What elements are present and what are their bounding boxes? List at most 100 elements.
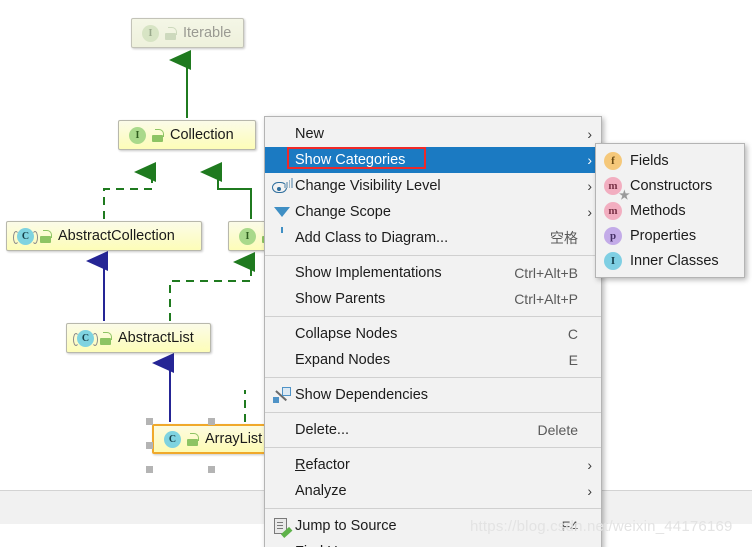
lock-open-icon (152, 129, 164, 142)
menu-item-shortcut: 空格 (550, 228, 578, 248)
menu-item-show-implementations[interactable]: Show Implementations Ctrl+Alt+B (265, 260, 601, 286)
menu-item-shortcut: E (569, 352, 578, 368)
uml-node-collection[interactable]: I Collection (118, 120, 256, 150)
menu-item-label: Show Implementations (295, 265, 502, 281)
menu-item-expand-nodes[interactable]: Expand Nodes E (265, 347, 601, 373)
no-icon (271, 351, 293, 369)
uml-node-iterable[interactable]: I Iterable (131, 18, 244, 48)
uml-node-label: Collection (170, 128, 234, 143)
menu-item-change-scope[interactable]: Change Scope › (265, 199, 601, 225)
menu-item-label: Show Parents (295, 291, 502, 307)
menu-item-show-categories[interactable]: Show Categories › (265, 147, 601, 173)
submenu-item-constructors[interactable]: m Constructors (596, 173, 744, 198)
selection-handle[interactable] (146, 466, 153, 473)
menu-item-label: Expand Nodes (295, 352, 557, 368)
mnemonic-letter: R (295, 457, 305, 473)
submenu-item-inner-classes[interactable]: I Inner Classes (596, 248, 744, 273)
submenu-item-label: Methods (630, 203, 686, 219)
menu-item-new[interactable]: New › (265, 121, 601, 147)
uml-node-label: ArrayList (205, 432, 262, 447)
menu-item-show-parents[interactable]: Show Parents Ctrl+Alt+P (265, 286, 601, 312)
menu-item-add-class-to-diagram[interactable]: Add Class to Diagram... 空格 (265, 225, 601, 251)
menu-item-shortcut: Ctrl+Alt+P (514, 291, 578, 307)
no-icon (271, 264, 293, 282)
eye-bars-icon (271, 177, 293, 195)
menu-item-shortcut: Delete (538, 422, 578, 438)
menu-item-refactor[interactable]: Refactor › (265, 452, 601, 478)
no-icon (271, 151, 293, 169)
menu-item-label-rest: efactor (305, 457, 349, 473)
menu-item-change-visibility-level[interactable]: Change Visibility Level › (265, 173, 601, 199)
selection-handle[interactable] (146, 418, 153, 425)
menu-item-label: Refactor (295, 457, 578, 473)
property-icon: p (604, 227, 622, 245)
menu-item-label: Add Class to Diagram... (295, 230, 538, 246)
submenu-item-label: Inner Classes (630, 253, 719, 269)
chevron-right-icon: › (578, 458, 592, 472)
lock-open-icon (100, 332, 112, 345)
selection-handle[interactable] (208, 466, 215, 473)
chevron-right-icon: › (578, 153, 592, 167)
menu-item-delete[interactable]: Delete... Delete (265, 417, 601, 443)
menu-item-label: Show Dependencies (295, 387, 578, 403)
submenu-item-methods[interactable]: m Methods (596, 198, 744, 223)
menu-item-collapse-nodes[interactable]: Collapse Nodes C (265, 321, 601, 347)
no-icon (271, 290, 293, 308)
chevron-right-icon: › (578, 179, 592, 193)
menu-item-label: Analyze (295, 483, 578, 499)
uml-node-abstractlist[interactable]: C AbstractList (66, 323, 211, 353)
menu-item-shortcut: Ctrl+Alt+B (514, 265, 578, 281)
inner-class-icon: I (604, 252, 622, 270)
menu-separator (265, 255, 601, 256)
menu-item-shortcut: C (568, 326, 578, 342)
chevron-right-icon: › (578, 484, 592, 498)
chevron-right-icon: › (578, 127, 592, 141)
menu-separator (265, 447, 601, 448)
jump-to-source-icon (271, 517, 293, 535)
funnel-icon (271, 203, 293, 221)
chevron-right-icon: › (578, 205, 592, 219)
menu-item-show-dependencies[interactable]: Show Dependencies (265, 382, 601, 408)
menu-item-find-usages[interactable]: Find Usages Alt+F7 (265, 539, 601, 547)
menu-item-analyze[interactable]: Analyze › (265, 478, 601, 504)
interface-badge-icon: I (142, 25, 159, 42)
menu-separator (265, 377, 601, 378)
lock-open-icon (165, 27, 177, 40)
uml-node-arraylist[interactable]: C ArrayList (152, 424, 270, 454)
watermark-text: https://blog.csdn.net/weixin_44176169 (470, 518, 733, 535)
menu-item-label: Collapse Nodes (295, 326, 556, 342)
submenu-item-label: Fields (630, 153, 669, 169)
submenu-show-categories[interactable]: f Fields m Constructors m Methods p Prop… (595, 143, 745, 278)
submenu-item-label: Constructors (630, 178, 712, 194)
interface-badge-icon: I (129, 127, 146, 144)
no-icon (271, 456, 293, 474)
menu-item-label: New (295, 126, 578, 142)
screen-root: I Iterable I Collection C AbstractCollec… (0, 0, 752, 547)
method-icon: m (604, 202, 622, 220)
abstract-class-badge-icon: C (77, 330, 94, 347)
submenu-item-fields[interactable]: f Fields (596, 148, 744, 173)
no-icon (271, 125, 293, 143)
no-icon (271, 482, 293, 500)
menu-separator (265, 508, 601, 509)
uml-node-label: AbstractCollection (58, 229, 175, 244)
interface-badge-icon: I (239, 228, 256, 245)
no-icon (271, 325, 293, 343)
lock-open-icon (187, 433, 199, 446)
selection-handle[interactable] (146, 442, 153, 449)
abstract-class-badge-icon: C (17, 228, 34, 245)
constructor-icon: m (604, 177, 622, 195)
selection-handle[interactable] (208, 418, 215, 425)
no-icon (271, 543, 293, 547)
no-icon (271, 229, 293, 247)
context-menu[interactable]: New › Show Categories › Change (264, 116, 602, 547)
menu-item-label: Delete... (295, 422, 526, 438)
submenu-item-properties[interactable]: p Properties (596, 223, 744, 248)
submenu-item-label: Properties (630, 228, 696, 244)
lock-open-icon (40, 230, 52, 243)
field-icon: f (604, 152, 622, 170)
uml-node-abstractcollection[interactable]: C AbstractCollection (6, 221, 202, 251)
dependencies-icon (271, 386, 293, 404)
uml-node-label: AbstractList (118, 331, 194, 346)
no-icon (271, 421, 293, 439)
